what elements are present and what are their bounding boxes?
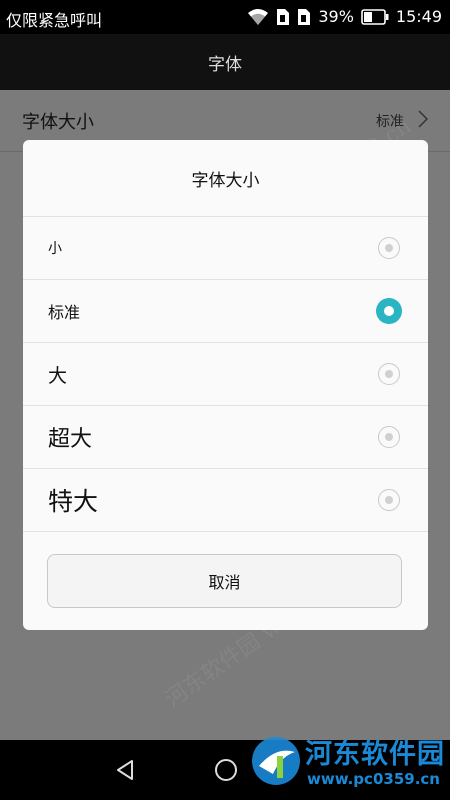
- carrier-text: 仅限紧急呼叫: [6, 11, 103, 30]
- option-extra-large[interactable]: 超大: [23, 406, 428, 469]
- font-size-setting-label: 字体大小: [22, 111, 94, 133]
- logo-url: www.pc0359.cn: [307, 770, 440, 788]
- battery-icon: [361, 8, 389, 25]
- page-title-bar: 字体: [0, 34, 450, 90]
- page-title: 字体: [208, 54, 242, 75]
- wifi-icon: [247, 8, 269, 26]
- status-icons: 39% 15:49: [247, 7, 442, 26]
- battery-percent: 39%: [318, 7, 354, 26]
- dialog-title: 字体大小: [23, 140, 428, 217]
- radio-small[interactable]: [378, 237, 400, 259]
- option-huge[interactable]: 特大: [23, 469, 428, 532]
- cancel-button[interactable]: 取消: [47, 554, 402, 608]
- font-size-setting-value-group: 标准: [376, 109, 429, 132]
- logo-brand: 河东软件园: [305, 739, 445, 770]
- option-small-label: 小: [48, 241, 62, 257]
- radio-huge[interactable]: [378, 489, 400, 511]
- radio-dot: [384, 306, 394, 316]
- radio-large[interactable]: [378, 363, 400, 385]
- radio-dot: [385, 496, 393, 504]
- logo-mark-icon: [252, 737, 300, 785]
- chevron-right-icon: [418, 109, 429, 132]
- option-standard-label: 标准: [48, 303, 81, 322]
- home-icon[interactable]: [210, 754, 242, 786]
- option-extra-large-label: 超大: [48, 427, 93, 452]
- radio-extra-large[interactable]: [378, 426, 400, 448]
- radio-dot: [385, 244, 393, 252]
- back-icon[interactable]: [110, 754, 142, 786]
- option-standard[interactable]: 标准: [23, 280, 428, 343]
- status-bar: 仅限紧急呼叫 39% 15:49: [0, 0, 450, 34]
- option-large-label: 大: [48, 364, 68, 387]
- site-logo: 河东软件园 www.pc0359.cn: [245, 728, 450, 800]
- radio-standard[interactable]: [376, 298, 402, 324]
- sim1-icon: [276, 8, 290, 26]
- option-large[interactable]: 大: [23, 343, 428, 406]
- clock: 15:49: [395, 7, 442, 26]
- radio-dot: [385, 433, 393, 441]
- option-small[interactable]: 小: [23, 217, 428, 280]
- radio-dot: [385, 370, 393, 378]
- option-huge-label: 特大: [48, 487, 99, 516]
- sim2-icon: [297, 8, 311, 26]
- font-size-setting-value: 标准: [376, 113, 404, 130]
- font-size-dialog: 字体大小 小 标准 大 超大 特大 取消: [23, 140, 428, 630]
